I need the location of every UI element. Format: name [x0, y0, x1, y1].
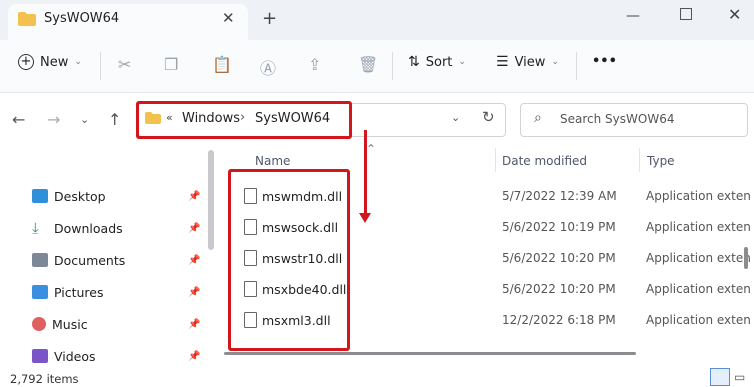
details-view-icon[interactable] [710, 368, 730, 386]
chevron-down-icon: ⌄ [458, 57, 466, 67]
view-icon: ☰ [496, 54, 509, 70]
more-options-button[interactable]: ••• [592, 54, 617, 69]
pin-icon[interactable]: 📌 [188, 191, 200, 202]
pin-icon[interactable]: 📌 [188, 351, 200, 362]
plus-circle-icon: + [18, 54, 34, 70]
videos-icon [32, 349, 48, 363]
download-icon: ⤓ [32, 219, 39, 237]
new-tab-button[interactable]: + [262, 8, 277, 29]
sort-label: Sort [425, 54, 453, 70]
rename-icon[interactable]: Ⓐ [260, 55, 276, 79]
delete-icon[interactable]: 🗑 [358, 55, 378, 74]
new-button[interactable]: + New ⌄ [18, 54, 82, 70]
annotation-arrow-head [359, 213, 371, 223]
view-label: View [514, 54, 546, 70]
sidebar-item-label: Desktop [54, 188, 106, 204]
sidebar-item-label: Downloads [54, 220, 123, 236]
column-divider[interactable] [495, 148, 496, 172]
refresh-icon[interactable]: ↻ [482, 108, 495, 126]
file-date: 5/7/2022 12:39 AM [502, 189, 617, 203]
file-date: 5/6/2022 10:19 PM [502, 220, 616, 234]
up-icon[interactable]: ↑ [108, 110, 121, 129]
pictures-icon [32, 285, 48, 299]
file-date: 12/2/2022 6:18 PM [502, 313, 616, 327]
column-divider[interactable] [639, 148, 640, 172]
tab-title: SysWOW64 [44, 11, 120, 26]
desktop-icon [32, 189, 48, 203]
item-count: 2,792 items [10, 372, 79, 386]
file-type: Application exten [646, 313, 751, 327]
toolbar-divider [100, 52, 101, 80]
file-type: Application exten [646, 282, 751, 296]
search-icon: ⌕ [534, 110, 542, 126]
chevron-down-icon: ⌄ [551, 57, 559, 67]
pin-icon[interactable]: 📌 [188, 255, 200, 266]
vertical-scrollbar[interactable] [744, 247, 748, 269]
sidebar-item-label: Pictures [54, 284, 104, 300]
tiles-view-icon[interactable]: ▭ [734, 370, 745, 384]
share-icon[interactable]: ⇪ [308, 55, 321, 74]
sidebar-item-label: Documents [54, 252, 126, 268]
sidebar-item-downloads[interactable]: ⤓ Downloads [32, 216, 123, 240]
file-type: Application exten [646, 189, 751, 203]
sidebar-item-music[interactable]: Music [32, 312, 88, 336]
minimize-button[interactable]: — [626, 8, 640, 24]
sort-button[interactable]: ⇅ Sort ⌄ [408, 54, 466, 70]
file-type: Application exten [646, 220, 751, 234]
document-icon [32, 253, 48, 267]
close-tab-icon[interactable]: ✕ [222, 9, 235, 27]
cut-icon[interactable]: ✂ [118, 55, 131, 74]
sidebar-item-documents[interactable]: Documents [32, 248, 125, 272]
sidebar-item-label: Music [52, 316, 88, 332]
forward-icon[interactable]: → [47, 110, 60, 129]
chevron-down-icon: ⌄ [74, 57, 82, 67]
sort-icon: ⇅ [408, 54, 420, 70]
chevron-down-icon[interactable]: ⌄ [80, 113, 89, 126]
music-icon [32, 317, 46, 331]
new-label: New [40, 54, 69, 70]
horizontal-scrollbar[interactable] [224, 352, 636, 355]
column-header-date[interactable]: Date modified [502, 154, 587, 168]
pin-icon[interactable]: 📌 [188, 223, 200, 234]
copy-icon[interactable]: ❐ [164, 55, 178, 74]
column-header-type[interactable]: Type [647, 154, 675, 168]
sort-ascending-icon: ⌃ [366, 142, 377, 156]
back-icon[interactable]: ← [12, 110, 25, 129]
toolbar-divider [392, 52, 393, 80]
paste-icon[interactable]: 📋 [212, 55, 232, 74]
pin-icon[interactable]: 📌 [188, 319, 200, 330]
sidebar-item-label: Videos [54, 348, 96, 364]
chevron-down-icon[interactable]: ⌄ [451, 111, 460, 124]
file-type: Application exten [646, 251, 751, 265]
sidebar-scrollbar[interactable] [208, 150, 214, 250]
sidebar-item-desktop[interactable]: Desktop [32, 184, 106, 208]
close-window-button[interactable]: ✕ [728, 5, 741, 24]
sidebar-item-pictures[interactable]: Pictures [32, 280, 104, 304]
pin-icon[interactable]: 📌 [188, 287, 200, 298]
file-list-annotation-box [228, 169, 350, 351]
annotation-arrow [364, 130, 367, 216]
sidebar-item-videos[interactable]: Videos [32, 344, 96, 368]
search-placeholder[interactable]: Search SysWOW64 [560, 112, 674, 126]
address-annotation-box [136, 101, 352, 139]
view-button[interactable]: ☰ View ⌄ [496, 54, 559, 70]
column-header-name[interactable]: Name [255, 154, 290, 168]
toolbar-divider [576, 52, 577, 80]
file-date: 5/6/2022 10:20 PM [502, 282, 616, 296]
maximize-button[interactable] [680, 8, 692, 20]
file-date: 5/6/2022 10:20 PM [502, 251, 616, 265]
folder-icon [18, 12, 36, 26]
